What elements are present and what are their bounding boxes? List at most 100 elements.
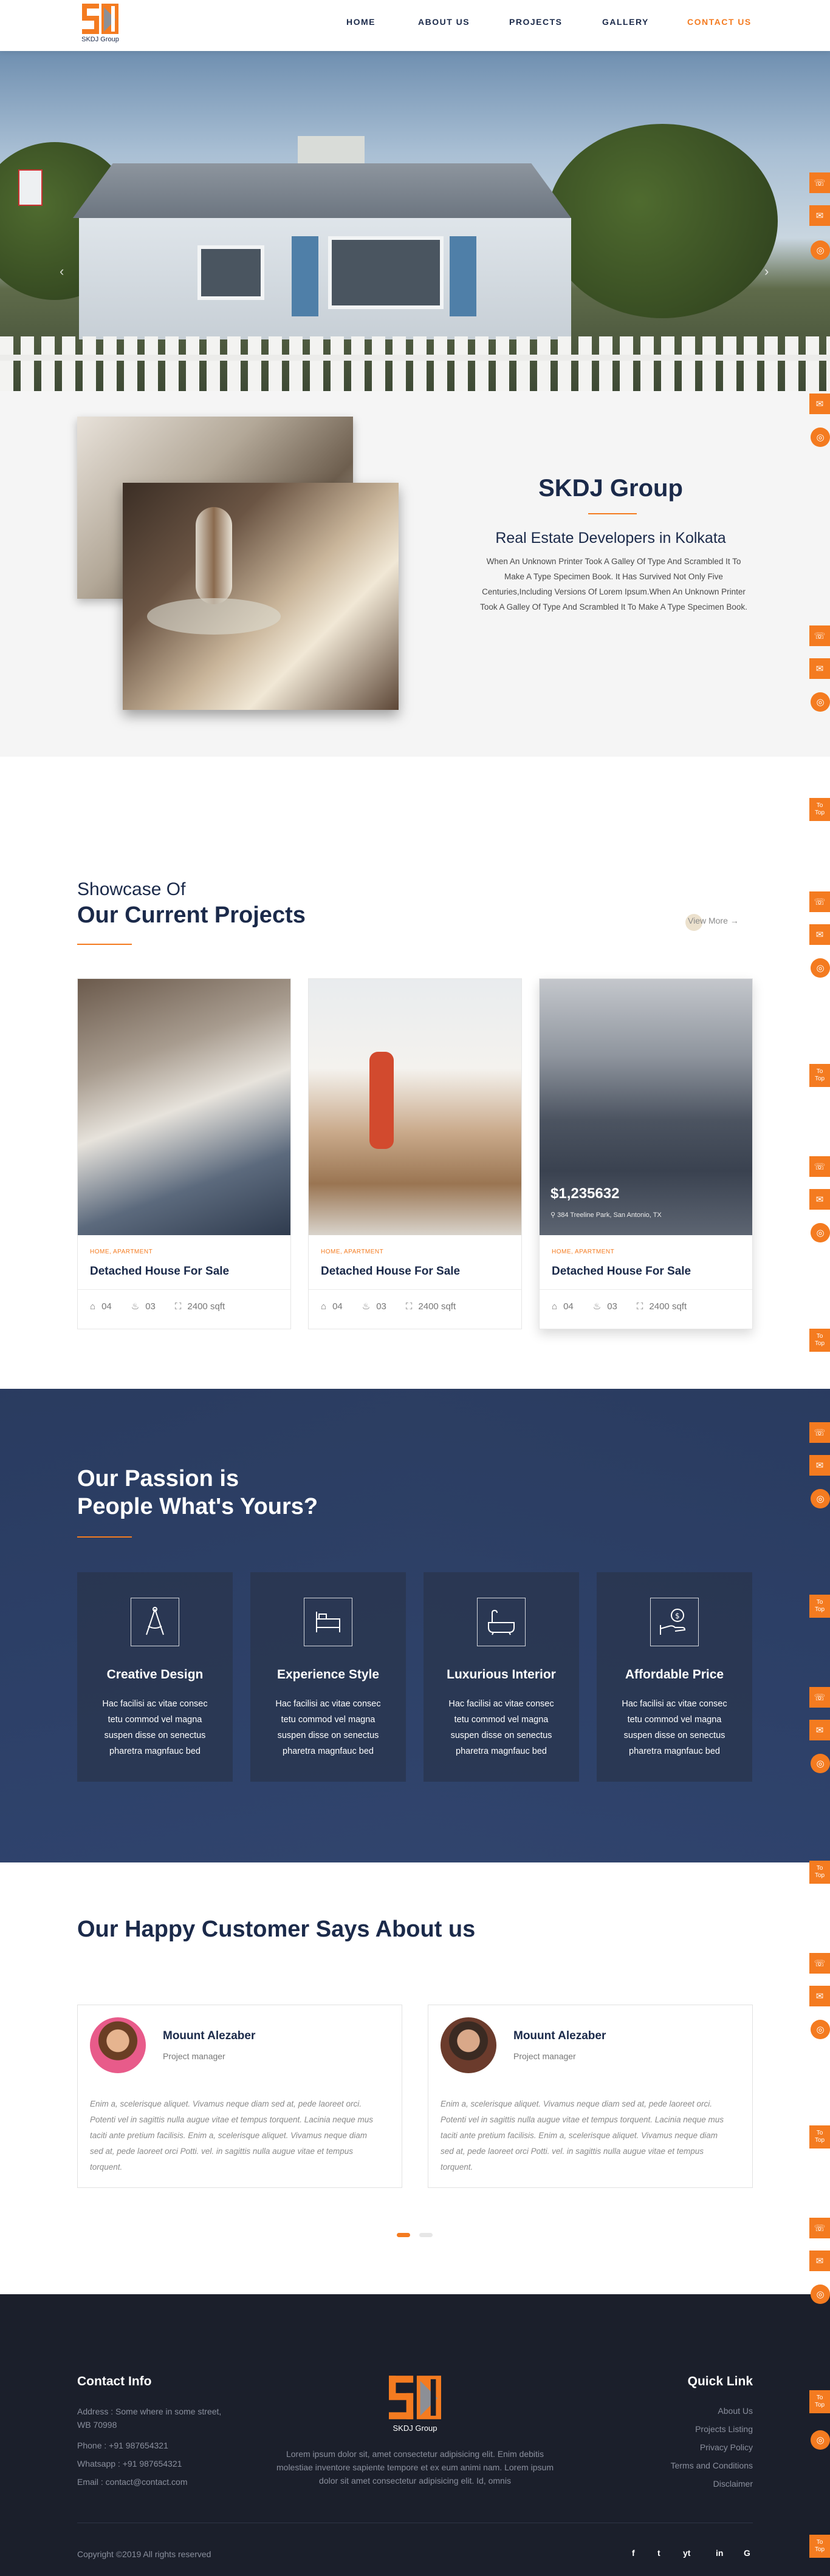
globe-icon[interactable]: ◎ [811, 958, 830, 978]
feature-title: Experience Style [276, 1668, 380, 1682]
globe-icon[interactable]: ◎ [811, 2020, 830, 2039]
to-top-button[interactable]: To Top [809, 2535, 830, 2558]
project-card[interactable]: $1,235632 ⚲ 384 Treeline Park, San Anton… [539, 978, 753, 1329]
testimonial-name: Mouunt Alezaber [163, 2029, 256, 2042]
feature-card: Experience Style Hac facilisi ac vitae c… [250, 1572, 406, 1782]
globe-icon[interactable]: ◎ [811, 2430, 830, 2450]
nav-about-us[interactable]: ABOUT US [418, 17, 470, 28]
to-top-button[interactable]: To Top [809, 1595, 830, 1618]
bath-icon: ♨ [131, 1301, 140, 1312]
bed-icon [304, 1598, 352, 1646]
mail-icon[interactable]: ✉ [809, 394, 830, 414]
globe-icon[interactable]: ◎ [811, 1489, 830, 1508]
project-tag: HOME, APARTMENT [90, 1249, 153, 1255]
globe-icon[interactable]: ◎ [811, 240, 830, 260]
footer-link-about[interactable]: About Us [718, 2406, 753, 2416]
area-icon: ⛶ [405, 1301, 413, 1312]
globe-icon[interactable]: ◎ [811, 692, 830, 712]
phone-icon[interactable]: ☏ [809, 2218, 830, 2238]
mail-icon[interactable]: ✉ [809, 205, 830, 226]
facebook-icon[interactable]: f [632, 2548, 635, 2558]
testimonial-quote: Enim a, scelerisque aliquet. Vivamus neq… [90, 2099, 374, 2172]
hero-prev-arrow-icon[interactable]: ‹ [60, 264, 64, 279]
nav-gallery[interactable]: GALLERY [602, 17, 649, 28]
site-logo[interactable]: SKDJ Group [78, 4, 123, 47]
twitter-icon[interactable]: t [657, 2548, 660, 2558]
hero-next-arrow-icon[interactable]: › [764, 264, 769, 279]
hero-banner: ‹ › [0, 51, 830, 391]
mail-icon[interactable]: ✉ [809, 2251, 830, 2271]
project-card[interactable]: HOME, APARTMENT Detached House For Sale … [308, 978, 522, 1329]
to-top-button[interactable]: To Top [809, 1329, 830, 1352]
phone-icon[interactable]: ☏ [809, 1953, 830, 1974]
view-more-link[interactable]: View More → [688, 916, 739, 925]
about-image-front [123, 483, 399, 710]
slider-dot[interactable] [419, 2233, 433, 2237]
footer-center-text: Lorem ipsum dolor sit, amet consectetur … [276, 2449, 554, 2486]
footer-link-projects[interactable]: Projects Listing [695, 2424, 753, 2434]
avatar [90, 2017, 146, 2073]
quick-link-heading: Quick Link [687, 2374, 753, 2388]
to-top-button[interactable]: To Top [809, 1064, 830, 1087]
projects-divider [77, 944, 132, 945]
mail-icon[interactable]: ✉ [809, 924, 830, 945]
testimonial-quote: Enim a, scelerisque aliquet. Vivamus neq… [441, 2099, 724, 2172]
contact-phone[interactable]: Phone : +91 987654321 [77, 2439, 168, 2452]
avatar [441, 2017, 496, 2073]
nav-contact-us[interactable]: CONTACT US [687, 17, 752, 28]
globe-icon[interactable]: ◎ [811, 428, 830, 447]
vase-decoration [196, 507, 232, 604]
to-top-button[interactable]: To Top [809, 1861, 830, 1884]
bed-icon: ⌂ [552, 1301, 558, 1312]
project-tag: HOME, APARTMENT [552, 1249, 615, 1255]
mail-icon[interactable]: ✉ [809, 1986, 830, 2006]
mail-icon[interactable]: ✉ [809, 1189, 830, 1210]
google-icon[interactable]: G [744, 2548, 750, 2558]
testimonial-role: Project manager [513, 2051, 576, 2061]
mail-icon[interactable]: ✉ [809, 1455, 830, 1476]
to-top-button[interactable]: To Top [809, 798, 830, 821]
phone-icon[interactable]: ☏ [809, 1687, 830, 1708]
feature-body: Hac facilisi ac vitae consec tetu commod… [275, 1699, 381, 1756]
contact-whatsapp[interactable]: Whatsapp : +91 987654321 [77, 2457, 182, 2470]
hero-shutter [292, 236, 318, 316]
globe-icon[interactable]: ◎ [811, 1754, 830, 1773]
project-image [78, 979, 290, 1235]
nav-projects[interactable]: PROJECTS [509, 17, 562, 28]
mail-icon[interactable]: ✉ [809, 658, 830, 679]
feature-card: Creative Design Hac facilisi ac vitae co… [77, 1572, 233, 1782]
to-top-button[interactable]: To Top [809, 2390, 830, 2413]
linkedin-icon[interactable]: in [716, 2548, 723, 2558]
phone-icon[interactable]: ☏ [809, 625, 830, 646]
copyright: Copyright ©2019 All rights reserved [77, 2549, 211, 2559]
divider [78, 1289, 290, 1290]
hero-house [79, 218, 571, 339]
hero-fence [0, 336, 830, 391]
footer-link-disclaimer[interactable]: Disclaimer [713, 2479, 753, 2489]
phone-icon[interactable]: ☏ [809, 172, 830, 193]
footer-link-terms[interactable]: Terms and Conditions [671, 2461, 753, 2470]
arrow-right-icon: → [730, 916, 739, 925]
project-card[interactable]: HOME, APARTMENT Detached House For Sale … [77, 978, 291, 1329]
footer-logo[interactable]: SKDJ Group [389, 2374, 441, 2434]
phone-icon[interactable]: ☏ [809, 1422, 830, 1443]
footer-link-privacy[interactable]: Privacy Policy [700, 2442, 753, 2452]
testimonial-role: Project manager [163, 2051, 225, 2061]
project-price: $1,235632 [550, 1185, 620, 1202]
hero-window [197, 245, 264, 300]
contact-email[interactable]: Email : contact@contact.com [77, 2475, 188, 2489]
phone-icon[interactable]: ☏ [809, 1156, 830, 1177]
divider [309, 1289, 521, 1290]
globe-icon[interactable]: ◎ [811, 2285, 830, 2304]
phone-icon[interactable]: ☏ [809, 891, 830, 912]
bed-icon: ⌂ [90, 1301, 96, 1312]
site-footer [0, 2294, 830, 2576]
globe-icon[interactable]: ◎ [811, 1223, 830, 1242]
testimonial-card: Mouunt Alezaber Project manager Enim a, … [77, 2005, 402, 2188]
to-top-button[interactable]: To Top [809, 2125, 830, 2148]
mail-icon[interactable]: ✉ [809, 1720, 830, 1740]
youtube-icon[interactable]: yt [683, 2548, 690, 2558]
slider-dot-active[interactable] [397, 2233, 410, 2237]
nav-home[interactable]: HOME [346, 17, 376, 28]
about-title: SKDJ Group [538, 475, 683, 502]
